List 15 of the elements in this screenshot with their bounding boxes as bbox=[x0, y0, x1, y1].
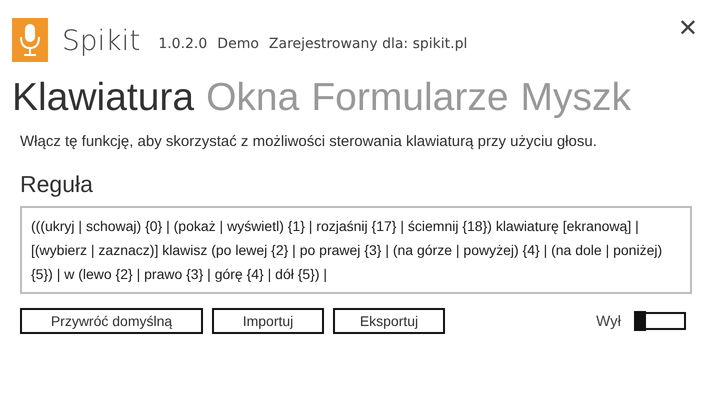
description-text: Włącz tę funkcję, aby skorzystać z możliwości sterowania klawiaturą przy użyciu głosu. bbox=[20, 132, 598, 152]
registration-text: Zarejestrowany dla: spikit.pl bbox=[268, 36, 468, 52]
rule-field[interactable]: (((ukryj | schowaj) {0} | (pokaż | wyświetl) {1} | rozjaśnij {17} | ściemnij {18}) klawiaturę [ekranową] | [(wybierz | zaznacz)] klawisz (po lewej {2} | po prawej {3} | (na górze | powyżej) {4} | (na dole | poniżej) {5}) | w (lewo {2} | prawo {3} | górę {4} | dół {5}) | bbox=[20, 206, 692, 294]
version-text: 1.0.2.0 bbox=[158, 36, 208, 52]
close-button[interactable]: ✕ bbox=[678, 14, 698, 42]
microphone-logo-icon bbox=[12, 18, 48, 62]
toggle-switch[interactable] bbox=[634, 312, 686, 330]
app-name: Spikit bbox=[62, 24, 140, 56]
action-button[interactable]: Eksportuj bbox=[333, 308, 445, 334]
action-button[interactable]: Przywróć domyślną bbox=[20, 308, 203, 334]
toggle-label: Wył bbox=[596, 312, 621, 330]
edition-text: Demo bbox=[217, 36, 259, 52]
action-button[interactable]: Importuj bbox=[212, 308, 324, 334]
tab[interactable]: Klawiatura bbox=[12, 76, 194, 120]
rule-label: Reguła bbox=[20, 171, 94, 198]
